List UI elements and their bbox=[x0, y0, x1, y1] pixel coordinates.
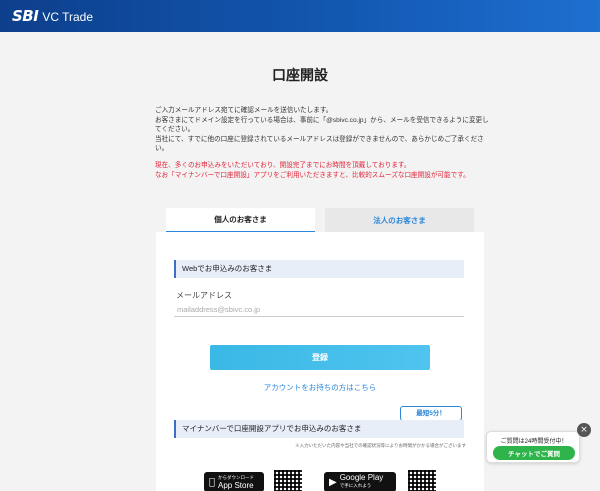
existing-account-link[interactable]: アカウントをお持ちの方はこちら bbox=[156, 382, 484, 393]
notice-line: ご入力メールアドレス宛てに確認メールを送信いたします。 bbox=[155, 107, 333, 114]
notice-warning: 現在、多くのお申込みをいただいており、開設完了までにお時間を頂戴しております。 bbox=[155, 161, 411, 169]
fastest-badge: 最短5分！ bbox=[400, 406, 462, 421]
tab-individual[interactable]: 個人のお客さま bbox=[166, 208, 315, 232]
app-note: ※入力いただいた内容や当社での確認状況等によりお時間がかかる場合がございます bbox=[295, 443, 466, 448]
chat-button[interactable]: チャットでご質問 bbox=[493, 446, 575, 460]
chat-widget: ご質問は24時間受付中！ チャットでご質問 bbox=[486, 431, 580, 463]
email-label: メールアドレス bbox=[176, 291, 232, 300]
apple-icon:  bbox=[209, 477, 215, 488]
chat-hours-text: ご質問は24時間受付中！ bbox=[500, 439, 568, 445]
email-field[interactable] bbox=[174, 302, 464, 317]
store-row:  からダウンロード App Store ▶ Google Play で手に入れ… bbox=[156, 470, 484, 491]
register-button[interactable]: 登録 bbox=[210, 345, 430, 370]
web-section-heading: Webでお申込みのお客さま bbox=[174, 260, 464, 278]
google-play-small: で手に入れよう bbox=[339, 483, 372, 488]
notice-line: 当社にて、すでに他の口座に登録されているメールアドレスは登録ができませんので、あ… bbox=[155, 135, 484, 153]
google-play-big: Google Play bbox=[339, 473, 384, 482]
customer-type-tabs: 個人のお客さま 法人のお客さま bbox=[166, 208, 474, 232]
top-header-bar: SBI VC Trade bbox=[0, 0, 600, 32]
notice-warning: なお「マイナンバーで口座開設」アプリをご利用いただきますと、比較的スムーズな口座… bbox=[155, 171, 470, 179]
qr-code-icon bbox=[274, 470, 302, 491]
app-store-big: App Store bbox=[212, 481, 254, 490]
close-icon[interactable]: × bbox=[577, 423, 591, 437]
notice-text: ご入力メールアドレス宛てに確認メールを送信いたします。 お客さまにてドメイン設定… bbox=[155, 106, 495, 180]
signup-card: Webでお申込みのお客さま メールアドレス 登録 アカウントをお持ちの方はこちら… bbox=[156, 232, 484, 491]
app-store-button[interactable]:  からダウンロード App Store bbox=[204, 472, 264, 491]
qr-code-icon bbox=[408, 470, 436, 491]
google-play-button[interactable]: ▶ Google Play で手に入れよう bbox=[324, 472, 396, 491]
brand-logo[interactable]: SBI VC Trade bbox=[12, 7, 93, 25]
play-icon: ▶ bbox=[329, 476, 337, 488]
app-section-heading: マイナンバーで口座開設アプリでお申込みのお客さま bbox=[174, 420, 464, 438]
brand-vc-trade: VC Trade bbox=[42, 10, 94, 24]
page-title: 口座開設 bbox=[272, 67, 328, 83]
brand-sbi: SBI bbox=[12, 7, 39, 25]
tab-corporate[interactable]: 法人のお客さま bbox=[325, 208, 474, 232]
notice-line: お客さまにてドメイン設定を行っている場合は、事前に「@sbivc.co.jp」か… bbox=[155, 116, 489, 134]
